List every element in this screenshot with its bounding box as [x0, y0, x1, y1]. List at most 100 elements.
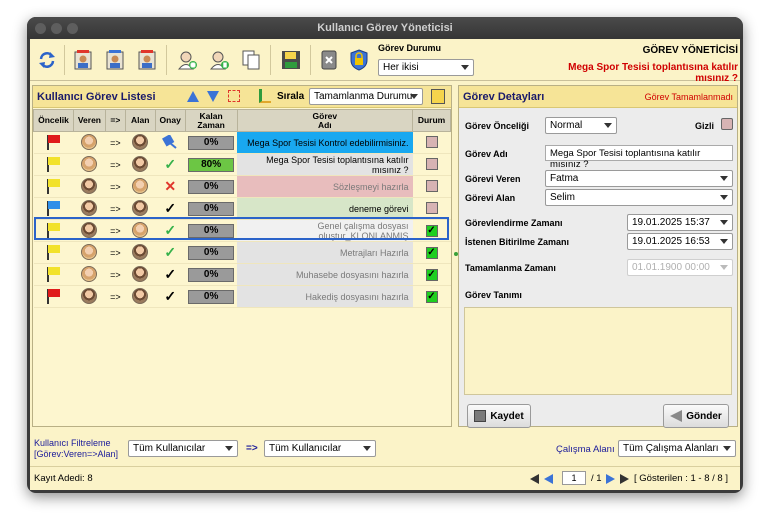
approval-cell[interactable]: ✓ [155, 153, 186, 176]
status-checkbox[interactable]: ✓ [425, 268, 438, 281]
status-checkbox[interactable]: ✓ [425, 224, 438, 237]
approval-cell[interactable]: ✓ [155, 285, 186, 308]
sort-icon[interactable] [259, 89, 271, 103]
flag-icon [45, 134, 61, 150]
priority-flag-cell [33, 219, 74, 242]
status-cell[interactable]: ✓ [412, 241, 451, 264]
copy-icon[interactable] [238, 47, 264, 73]
approval-cell[interactable] [155, 131, 186, 154]
task-name-input[interactable]: Mega Spor Tesisi toplantısına katılır mı… [545, 145, 733, 170]
arrow-text: => [110, 269, 121, 280]
giver-cell [73, 219, 106, 242]
status-checkbox[interactable] [425, 157, 438, 170]
assigned-time-picker[interactable]: 19.01.2025 15:37 [627, 214, 733, 231]
receiver-select[interactable]: Selim [545, 189, 733, 206]
task-name-cell[interactable]: Metrajları Hazırla [237, 241, 413, 264]
save-button[interactable]: Kaydet [467, 404, 531, 428]
task-name-label: Görev Adı [465, 149, 508, 159]
pin-icon [162, 133, 178, 151]
giver-value: Fatma [550, 173, 579, 184]
sort-select[interactable]: Tamamlanma Durumu [309, 88, 423, 105]
task-name-cell[interactable]: Hakediş dosyasını hazırla [237, 285, 413, 308]
delete-icon[interactable] [316, 47, 342, 73]
approval-cell[interactable]: ✓ [155, 241, 186, 264]
last-page-icon[interactable] [620, 474, 629, 484]
add-user-icon[interactable] [206, 47, 232, 73]
prev-page-icon[interactable] [544, 474, 553, 484]
table-row[interactable]: => ✓ 0% Metrajları Hazırla ✓ [33, 241, 451, 264]
col-task[interactable]: Görev Adı [236, 109, 414, 132]
col-approval[interactable]: Onay [154, 109, 186, 132]
filter-settings-icon[interactable] [431, 89, 445, 104]
task-name-cell[interactable]: Muhasebe dosyasını hazırla [237, 263, 413, 286]
task-name-text: Muhasebe dosyasını hazırla [295, 269, 409, 280]
status-checkbox[interactable]: ✓ [425, 246, 438, 259]
due-time-picker[interactable]: 19.01.2025 16:53 [627, 233, 733, 250]
table-row[interactable]: => ✓ 0% Hakediş dosyasını hazırla ✓ [33, 285, 451, 308]
shown-range: [ Gösterilen : 1 - 8 / 8 ] [634, 473, 728, 484]
first-page-icon[interactable] [530, 474, 539, 484]
priority-flag-cell [33, 131, 74, 154]
arrow-cell: => [105, 285, 126, 308]
status-cell[interactable] [412, 131, 451, 154]
save-icon[interactable] [278, 47, 304, 73]
col-giver[interactable]: Veren [72, 109, 106, 132]
task-name-cell[interactable]: Mega Spor Tesisi toplantısına katılır mı… [237, 153, 413, 176]
receiver-cell [125, 197, 156, 220]
cross-icon: ✕ [164, 178, 177, 194]
user-task-icon[interactable] [70, 47, 96, 73]
hidden-checkbox[interactable] [721, 118, 733, 130]
user-task-icon[interactable] [134, 47, 160, 73]
status-cell[interactable]: ✓ [412, 285, 451, 308]
send-button[interactable]: Gönder [663, 404, 729, 428]
approval-cell[interactable]: ✓ [155, 197, 186, 220]
status-checkbox[interactable] [425, 179, 438, 192]
table-row[interactable]: => ✓ 0% Muhasebe dosyasını hazırla ✓ [33, 263, 451, 286]
status-filter-select[interactable]: Her ikisi [378, 59, 474, 76]
table-row[interactable]: => ✕ 0% Sözleşmeyi hazırla [33, 175, 451, 198]
clear-selection-icon[interactable] [228, 90, 240, 102]
table-row[interactable]: => ✓ 80% Mega Spor Tesisi toplantısına katı… [33, 153, 451, 176]
lock-icon[interactable] [346, 47, 372, 73]
status-cell[interactable]: ✓ [412, 263, 451, 286]
page-input[interactable]: 1 [562, 471, 586, 485]
approval-cell[interactable]: ✓ [155, 263, 186, 286]
avatar [132, 265, 149, 282]
status-cell[interactable]: ✓ [412, 219, 451, 242]
status-checkbox[interactable] [425, 201, 438, 214]
table-row[interactable]: => 0% Mega Spor Tesisi Kontrol edebilirmis… [33, 131, 451, 154]
refresh-icon[interactable] [34, 47, 60, 73]
approval-cell[interactable]: ✕ [155, 175, 186, 198]
task-name-cell[interactable]: Genel çalışma dosyası oluştur_KLONLANMIŞ [237, 219, 413, 242]
user-task-icon[interactable] [102, 47, 128, 73]
move-down-icon[interactable] [207, 91, 219, 102]
description-textarea[interactable] [464, 307, 732, 395]
move-up-icon[interactable] [187, 91, 199, 102]
receiver-value: Selim [550, 192, 576, 203]
task-name-cell[interactable]: Mega Spor Tesisi Kontrol edebilirmisiniz… [237, 131, 413, 154]
task-name-text: Sözleşmeyi hazırla [332, 181, 409, 192]
col-status[interactable]: Durum [412, 109, 451, 132]
task-name-cell[interactable]: Sözleşmeyi hazırla [237, 175, 413, 198]
status-cell[interactable] [412, 175, 451, 198]
col-remaining[interactable]: Kalan Zaman [184, 109, 238, 132]
from-user-select[interactable]: Tüm Kullanıcılar [128, 440, 238, 457]
work-area-select[interactable]: Tüm Çalışma Alanları [618, 440, 736, 457]
approval-cell[interactable]: ✓ [155, 219, 186, 242]
giver-select[interactable]: Fatma [545, 170, 733, 187]
next-page-icon[interactable] [606, 474, 615, 484]
col-priority[interactable]: Öncelik [33, 109, 74, 132]
status-checkbox[interactable]: ✓ [425, 290, 438, 303]
table-row[interactable]: => ✓ 0% Genel çalışma dosyası oluştur_KLONL… [33, 219, 451, 242]
task-name-cell[interactable]: deneme görevi [237, 197, 413, 220]
add-user-icon[interactable] [174, 47, 200, 73]
table-row[interactable]: => ✓ 0% deneme görevi [33, 197, 451, 220]
to-user-select[interactable]: Tüm Kullanıcılar [264, 440, 376, 457]
priority-flag-cell [33, 285, 74, 308]
status-cell[interactable] [412, 153, 451, 176]
priority-select[interactable]: Normal [545, 117, 617, 134]
status-cell[interactable] [412, 197, 451, 220]
col-receiver[interactable]: Alan [124, 109, 156, 132]
giver-cell [73, 175, 106, 198]
status-checkbox[interactable] [425, 135, 438, 148]
